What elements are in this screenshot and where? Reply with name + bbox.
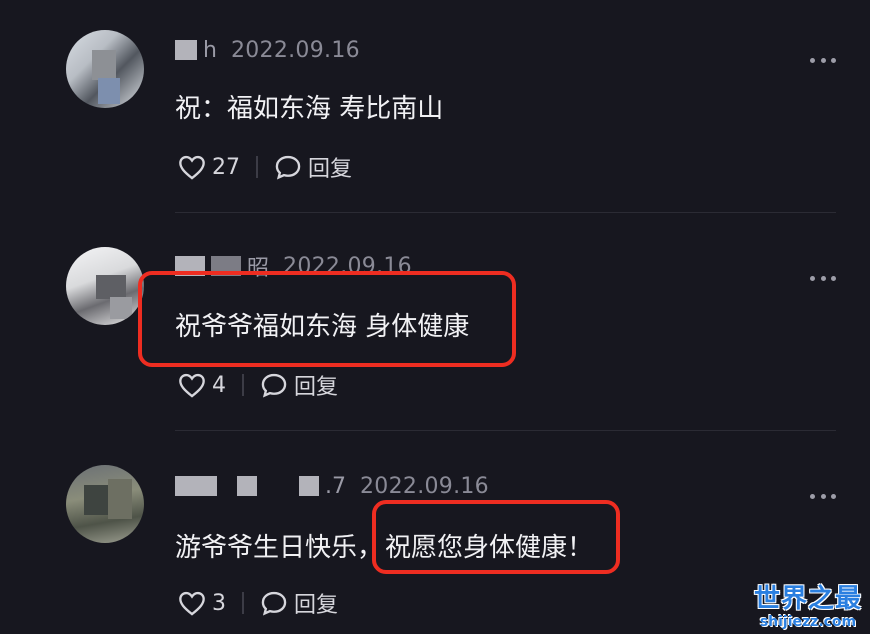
username[interactable]: .7 [175, 474, 346, 499]
comment-actions: 27 回复 [178, 152, 352, 182]
comment-separator [175, 430, 836, 431]
comment-text: 祝：福如东海 寿比南山 [175, 94, 444, 124]
watermark-logo: 世界之最 shijiezz.com [754, 584, 862, 630]
comment-separator [175, 212, 836, 213]
like-button[interactable]: 3 [178, 590, 226, 616]
comment-date: 2022.09.16 [360, 473, 489, 499]
heart-icon [179, 591, 205, 616]
like-count: 3 [212, 590, 226, 616]
username-mosaic [175, 476, 217, 496]
comment-date: 2022.09.16 [230, 37, 360, 63]
divider [242, 592, 244, 614]
like-button[interactable]: 27 [178, 154, 240, 180]
reply-button[interactable]: 回复 [260, 587, 338, 619]
comment-meta: .7 2022.09.16 [175, 473, 489, 499]
speech-bubble-icon [275, 155, 301, 180]
username-mosaic [237, 476, 257, 496]
heart-icon [179, 155, 205, 180]
like-count: 27 [212, 154, 240, 180]
divider [256, 156, 258, 178]
comment-meta: h 2022.09.16 [175, 37, 360, 63]
divider [242, 374, 244, 396]
avatar[interactable] [66, 465, 144, 543]
heart-icon [179, 373, 205, 398]
speech-bubble-icon [261, 373, 287, 398]
speech-bubble-icon [261, 591, 287, 616]
watermark-main: 世界之最 [753, 584, 862, 614]
username-text: h [203, 37, 217, 63]
comment-text-part: 游爷爷生日快乐， [175, 533, 384, 563]
reply-label: 回复 [294, 593, 339, 618]
avatar[interactable] [66, 30, 144, 108]
reply-label: 回复 [294, 375, 339, 400]
avatar[interactable] [66, 247, 144, 325]
watermark-url: shijiezz.com [759, 614, 857, 630]
username-mosaic [175, 40, 197, 60]
reply-button[interactable]: 回复 [260, 369, 338, 401]
username[interactable]: h [175, 38, 217, 63]
username-mosaic [299, 476, 319, 496]
highlight-box [372, 500, 620, 574]
username-text: .7 [325, 473, 346, 499]
highlight-box [138, 271, 516, 367]
reply-button[interactable]: 回复 [274, 151, 352, 183]
more-dots-icon[interactable] [810, 493, 836, 499]
comment-actions: 4 回复 [178, 370, 338, 400]
like-button[interactable]: 4 [178, 372, 226, 398]
like-count: 4 [212, 372, 226, 398]
more-dots-icon[interactable] [810, 275, 836, 281]
comment-actions: 3 回复 [178, 588, 338, 618]
reply-label: 回复 [308, 157, 353, 182]
more-dots-icon[interactable] [810, 57, 836, 63]
